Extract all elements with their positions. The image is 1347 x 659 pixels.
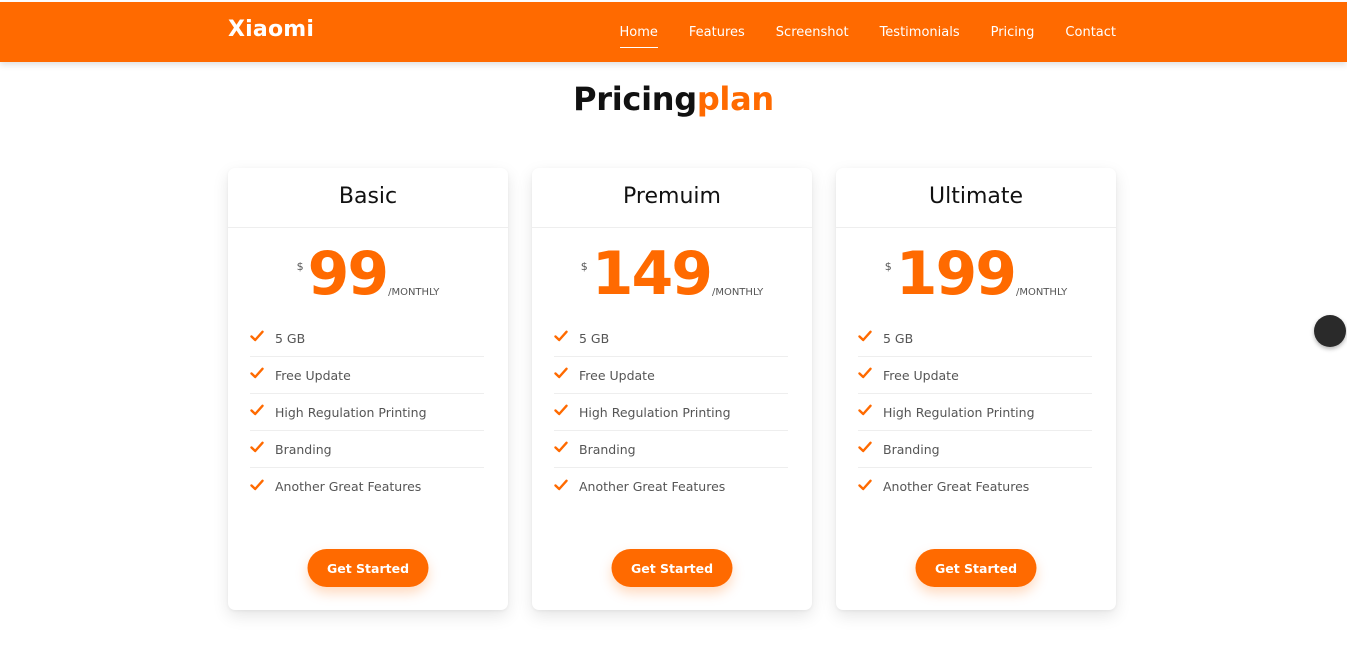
- currency-symbol: $: [580, 260, 588, 273]
- feature-item: Another Great Features: [858, 468, 1092, 505]
- feature-item: Free Update: [554, 357, 788, 394]
- feature-item: High Regulation Printing: [250, 394, 484, 431]
- feature-label: 5 GB: [275, 330, 306, 346]
- pricing-card-basic: Basic $ 99 /MONTHLY 5 GB Free Update Hig…: [228, 168, 508, 610]
- check-icon: [858, 479, 872, 490]
- feature-label: High Regulation Printing: [275, 404, 427, 420]
- plan-name: Basic: [228, 168, 508, 228]
- feature-item: 5 GB: [858, 320, 1092, 357]
- feature-item: 5 GB: [554, 320, 788, 357]
- price-amount: 199: [895, 239, 1017, 309]
- feature-label: Free Update: [883, 367, 959, 383]
- pricing-card-ultimate: Ultimate $ 199 /MONTHLY 5 GB Free Update…: [836, 168, 1116, 610]
- feature-item: 5 GB: [250, 320, 484, 357]
- feature-label: Another Great Features: [883, 479, 1030, 494]
- price-amount: 149: [591, 239, 713, 309]
- feature-label: 5 GB: [579, 330, 610, 346]
- nav-item-testimonials[interactable]: Testimonials: [880, 19, 960, 46]
- feature-item: High Regulation Printing: [858, 394, 1092, 431]
- check-icon: [554, 404, 568, 416]
- scroll-to-top-button[interactable]: [1314, 315, 1346, 347]
- plan-name: Premuim: [532, 168, 812, 228]
- get-started-button[interactable]: Get Started: [307, 549, 429, 587]
- feature-item: Another Great Features: [250, 468, 484, 505]
- price-period: /MONTHLY: [1015, 287, 1068, 298]
- plan-price: $ 149 /MONTHLY: [532, 228, 812, 320]
- plan-price: $ 99 /MONTHLY: [228, 228, 508, 320]
- main-nav: Home Features Screenshot Testimonials Pr…: [619, 2, 1116, 62]
- feature-label: Free Update: [275, 367, 351, 383]
- section-title: Pricingplan: [0, 80, 1347, 118]
- section-title-main: Pricing: [573, 80, 697, 118]
- feature-item: High Regulation Printing: [554, 394, 788, 431]
- section-title-accent: plan: [696, 80, 774, 118]
- check-icon: [858, 367, 872, 379]
- feature-item: Branding: [858, 431, 1092, 468]
- feature-item: Another Great Features: [554, 468, 788, 505]
- feature-item: Free Update: [250, 357, 484, 394]
- feature-label: Another Great Features: [579, 479, 726, 494]
- nav-item-contact[interactable]: Contact: [1065, 19, 1116, 46]
- check-icon: [554, 330, 568, 342]
- check-icon: [554, 367, 568, 379]
- feature-label: Branding: [579, 441, 636, 457]
- check-icon: [858, 441, 872, 453]
- plan-name: Ultimate: [836, 168, 1116, 228]
- currency-symbol: $: [884, 260, 892, 273]
- feature-label: 5 GB: [883, 330, 914, 346]
- check-icon: [250, 479, 264, 490]
- nav-item-home[interactable]: Home: [619, 19, 659, 48]
- feature-item: Branding: [554, 431, 788, 468]
- plan-price: $ 199 /MONTHLY: [836, 228, 1116, 320]
- check-icon: [250, 330, 264, 342]
- pricing-card-premium: Premuim $ 149 /MONTHLY 5 GB Free Update …: [532, 168, 812, 610]
- feature-item: Branding: [250, 431, 484, 468]
- nav-item-pricing[interactable]: Pricing: [991, 19, 1035, 46]
- navbar: Xiaomi Home Features Screenshot Testimon…: [0, 2, 1347, 62]
- feature-label: High Regulation Printing: [579, 404, 731, 420]
- check-icon: [554, 441, 568, 453]
- feature-list: 5 GB Free Update High Regulation Printin…: [554, 320, 788, 505]
- feature-label: High Regulation Printing: [883, 404, 1035, 420]
- get-started-button[interactable]: Get Started: [611, 549, 733, 587]
- nav-item-features[interactable]: Features: [689, 19, 745, 46]
- nav-item-screenshot[interactable]: Screenshot: [776, 19, 849, 46]
- feature-label: Branding: [883, 441, 940, 457]
- get-started-button[interactable]: Get Started: [915, 549, 1037, 587]
- feature-item: Free Update: [858, 357, 1092, 394]
- feature-label: Another Great Features: [275, 479, 422, 494]
- check-icon: [250, 367, 264, 379]
- feature-list: 5 GB Free Update High Regulation Printin…: [858, 320, 1092, 505]
- check-icon: [858, 330, 872, 342]
- feature-label: Free Update: [579, 367, 655, 383]
- check-icon: [858, 404, 872, 416]
- pricing-cards: Basic $ 99 /MONTHLY 5 GB Free Update Hig…: [228, 168, 1116, 610]
- currency-symbol: $: [296, 260, 304, 273]
- price-period: /MONTHLY: [711, 287, 764, 298]
- price-period: /MONTHLY: [388, 287, 440, 298]
- check-icon: [554, 479, 568, 490]
- price-amount: 99: [307, 239, 389, 309]
- feature-label: Branding: [275, 441, 332, 457]
- feature-list: 5 GB Free Update High Regulation Printin…: [250, 320, 484, 505]
- brand-logo[interactable]: Xiaomi: [228, 17, 314, 42]
- check-icon: [250, 404, 264, 416]
- check-icon: [250, 441, 264, 453]
